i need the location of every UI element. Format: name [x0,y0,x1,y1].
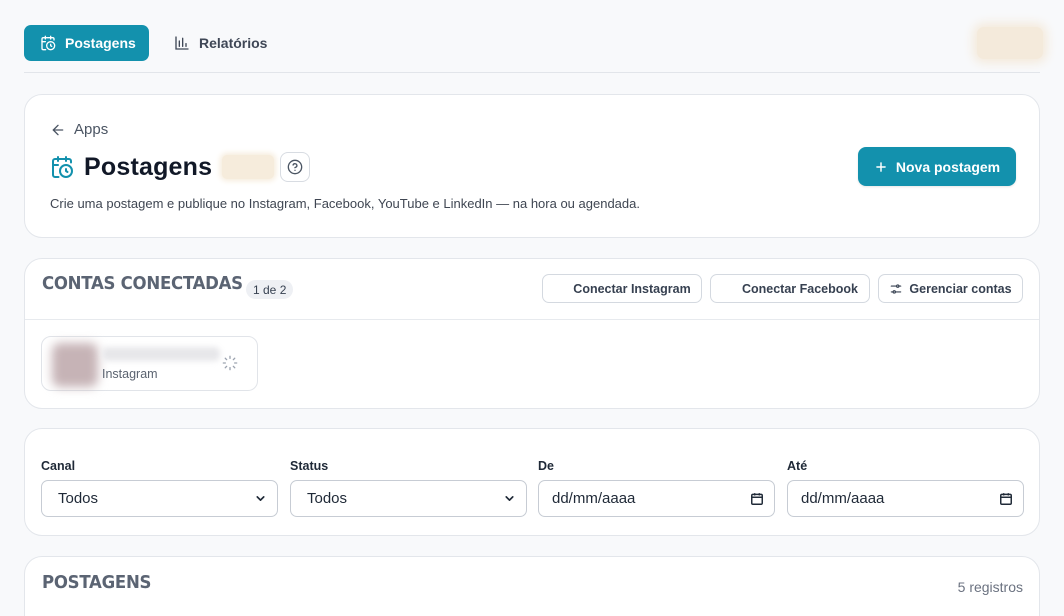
calendar-icon[interactable] [999,492,1013,506]
back-to-apps-link[interactable]: Apps [50,121,108,138]
user-avatar[interactable] [977,27,1043,59]
canal-label: Canal [41,459,76,473]
posts-section-title: POSTAGENS [42,572,152,593]
connect-instagram-label: Conectar Instagram [573,281,691,296]
manage-accounts-button[interactable]: Gerenciar contas [878,274,1023,303]
calendar-clock-icon [41,35,56,51]
canal-value: Todos [58,490,99,507]
ate-date-input[interactable]: dd/mm/aaaa [787,480,1024,517]
status-value: Todos [307,490,348,507]
bar-chart-icon [175,36,189,50]
top-navigation: Postagens Relatórios [0,0,1064,74]
tab-relatorios[interactable]: Relatórios [158,25,278,61]
sliders-icon [891,283,902,294]
title-row: Postagens [50,152,311,182]
connect-facebook-label: Conectar Facebook [741,281,858,296]
account-name-redacted [102,347,220,361]
redacted-badge [222,155,275,179]
tab-relatorios-label: Relatórios [199,35,268,51]
loading-spinner-icon [222,355,238,371]
de-value: dd/mm/aaaa [552,490,636,507]
connect-instagram-button[interactable]: Conectar Instagram [542,274,702,303]
arrow-left-icon [52,124,64,135]
manage-accounts-label: Gerenciar contas [909,281,1012,296]
connect-facebook-button[interactable]: Conectar Facebook [710,274,870,303]
page-header-card: Apps Postagens Crie uma postagem e publi… [24,94,1040,238]
de-label: De [538,459,554,473]
ate-label: Até [787,459,808,473]
account-avatar [52,343,98,387]
page-description: Crie uma postagem e publique no Instagra… [50,196,640,211]
status-select[interactable]: Todos [290,480,527,517]
canal-select[interactable]: Todos [41,480,278,517]
back-label: Apps [74,121,109,138]
status-label: Status [290,459,329,473]
calendar-icon[interactable] [750,492,764,506]
chevron-down-icon [256,496,265,501]
help-button[interactable] [280,152,311,182]
de-date-input[interactable]: dd/mm/aaaa [538,480,775,517]
help-circle-icon [287,159,303,175]
posts-card: POSTAGENS 5 registros [24,556,1040,616]
records-count: 5 registros [957,579,1023,595]
plus-icon [876,161,886,172]
ate-value: dd/mm/aaaa [801,490,885,507]
accounts-section-title: CONTAS CONECTADAS [42,273,243,294]
connected-accounts-card: CONTAS CONECTADAS 1 de 2 Conectar Instag… [24,258,1040,409]
accounts-count-badge: 1 de 2 [246,280,294,299]
new-post-label: Nova postagem [895,158,1001,175]
tab-postagens[interactable]: Postagens [24,25,149,61]
tab-postagens-label: Postagens [65,35,136,51]
nav-divider [24,72,1040,73]
new-post-button[interactable]: Nova postagem [858,147,1016,186]
account-platform: Instagram [102,367,158,381]
accounts-divider [25,319,1039,320]
page-title: Postagens [84,152,213,181]
filters-card: Canal Todos Status Todos De dd/mm/aaaa A… [24,428,1040,536]
chevron-down-icon [505,496,514,501]
calendar-clock-icon [52,156,73,178]
account-card-instagram[interactable]: Instagram [41,336,258,391]
